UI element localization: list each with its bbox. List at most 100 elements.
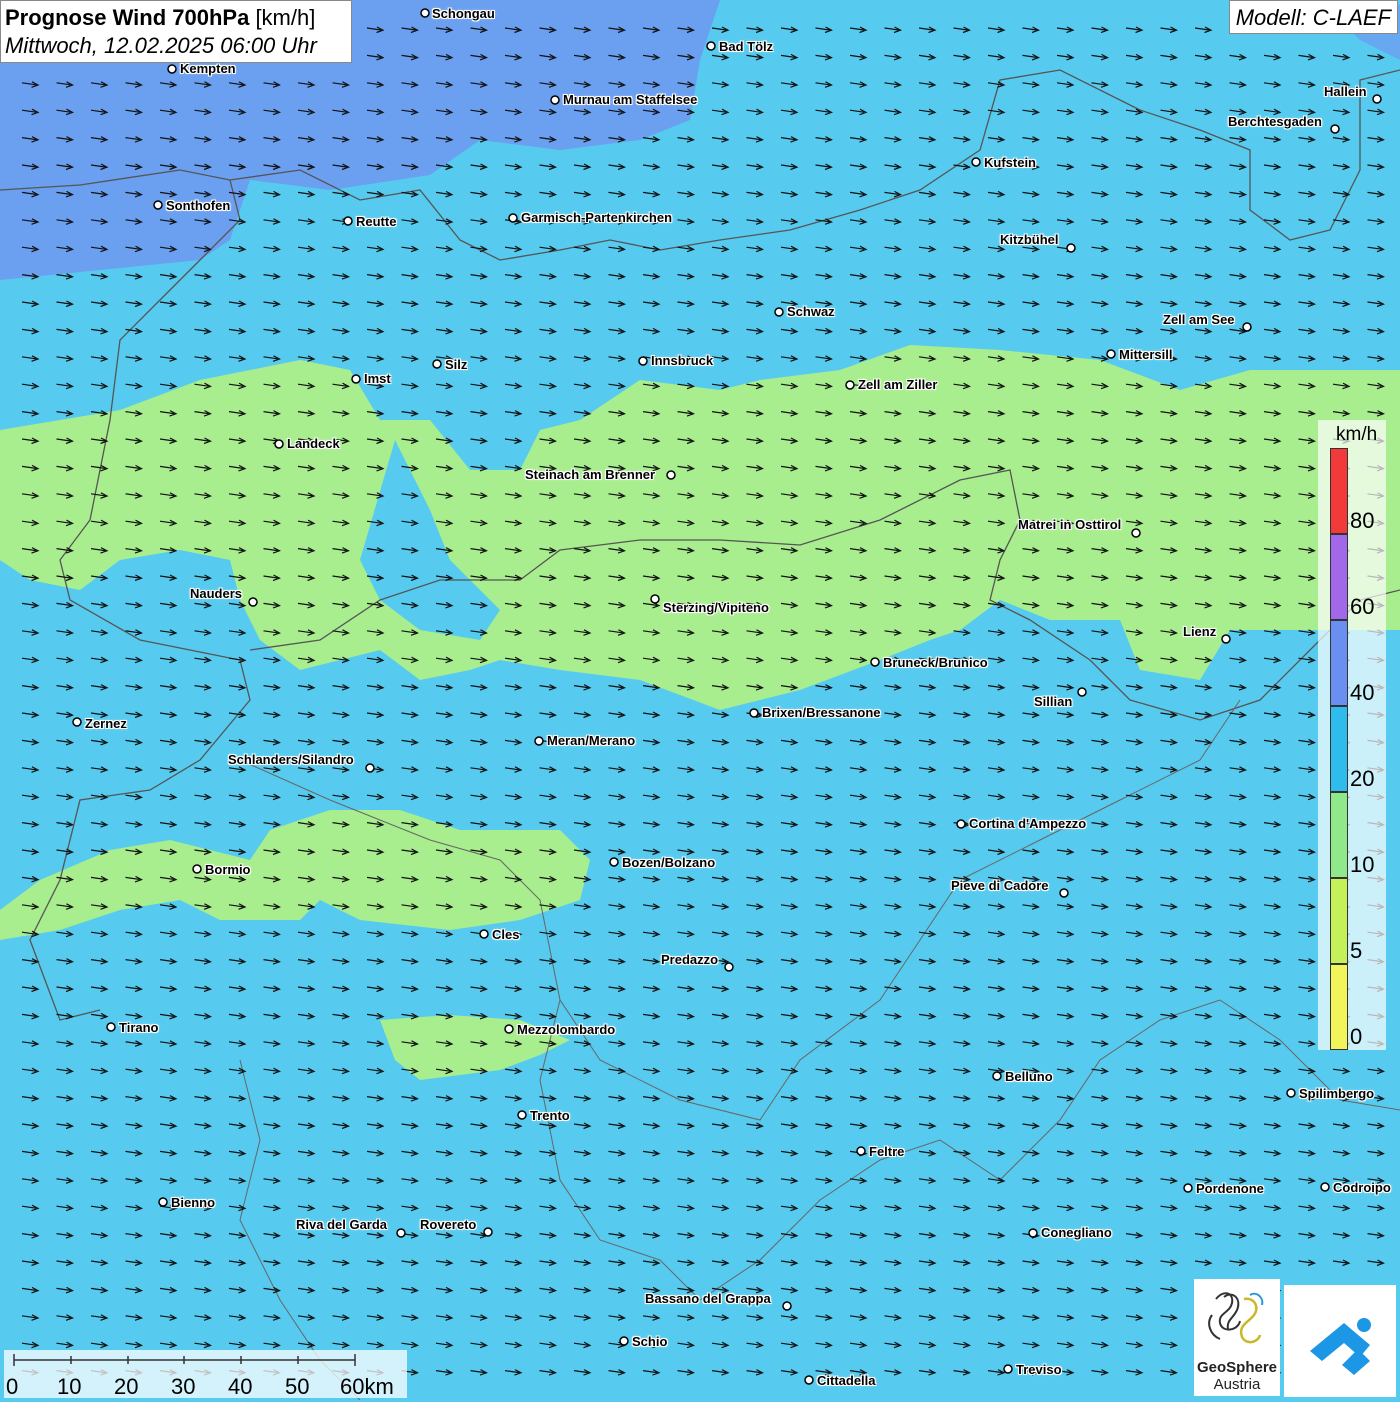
- legend-color-segment: [1330, 964, 1348, 1050]
- city-label: Bassano del Grappa: [645, 1291, 771, 1306]
- legend-tick-label: 0: [1350, 1024, 1363, 1049]
- city-label: Berchtesgaden: [1228, 114, 1322, 129]
- city-marker-hallein: [1372, 94, 1382, 104]
- city-label: Trento: [530, 1108, 570, 1123]
- legend-tick-label: 40: [1350, 680, 1375, 705]
- city-label: Zell am Ziller: [858, 377, 938, 392]
- city-marker-lienz: [1221, 634, 1231, 644]
- geosphere-logo: GeoSphere Austria: [1194, 1279, 1280, 1396]
- city-label: Pordenone: [1196, 1181, 1264, 1196]
- city-label: Bad Tölz: [719, 39, 774, 54]
- legend-color-segment: [1330, 534, 1348, 620]
- geosphere-country: Austria: [1213, 1376, 1261, 1393]
- city-label: Bienno: [171, 1195, 216, 1210]
- city-marker-reutte: [343, 216, 353, 226]
- city-marker-kufstein: [971, 157, 981, 167]
- city-marker-riva: [396, 1228, 406, 1238]
- city-label: Kitzbühel: [1000, 232, 1059, 247]
- city-marker-bienno: [158, 1197, 168, 1207]
- city-marker-kempten: [167, 64, 177, 74]
- city-label: Kufstein: [984, 155, 1036, 170]
- app-logo: [1284, 1285, 1396, 1397]
- city-marker-predazzo: [724, 962, 734, 972]
- city-marker-conegliano: [1028, 1228, 1038, 1238]
- city-label: Conegliano: [1041, 1225, 1112, 1240]
- scale-label: 50: [285, 1374, 310, 1399]
- city-marker-kitzbuehel: [1066, 243, 1076, 253]
- city-label: Reutte: [356, 214, 397, 229]
- city-label: Sterzing/Vipiteno: [663, 600, 769, 615]
- city-marker-bassano: [782, 1301, 792, 1311]
- city-marker-schio: [619, 1336, 629, 1346]
- city-label: Pieve di Cadore: [951, 878, 1049, 893]
- city-label: Belluno: [1005, 1069, 1053, 1084]
- city-label: Meran/Merano: [547, 733, 636, 748]
- scale-bar: 0 10 20 30 40 50 60km: [4, 1350, 407, 1399]
- city-label: Mezzolombardo: [517, 1022, 616, 1037]
- city-label: Matrei in Osttirol: [1018, 517, 1122, 532]
- city-label: Kempten: [180, 61, 236, 76]
- city-marker-belluno: [992, 1071, 1002, 1081]
- city-marker-zell-am-ziller: [845, 380, 855, 390]
- city-label: Nauders: [190, 586, 243, 601]
- city-marker-silz: [432, 359, 442, 369]
- city-marker-feltre: [856, 1146, 866, 1156]
- city-label: Hallein: [1324, 84, 1367, 99]
- city-label: Schio: [632, 1334, 668, 1349]
- city-marker-matrei: [1131, 528, 1141, 538]
- map-title-main: Prognose Wind 700hPa: [5, 5, 250, 30]
- legend-color-segment: [1330, 706, 1348, 792]
- city-marker-trento: [517, 1110, 527, 1120]
- city-marker-bormio: [192, 864, 202, 874]
- city-label: Cles: [492, 927, 520, 942]
- model-label: Modell: C-LAEF: [1228, 0, 1398, 34]
- city-marker-tirano: [106, 1022, 116, 1032]
- scale-label: 60km: [340, 1374, 394, 1399]
- city-label: Steinach am Brenner: [525, 467, 656, 482]
- legend-color-segment: [1330, 620, 1348, 706]
- city-label: Schwaz: [787, 304, 835, 319]
- legend-tick-label: 60: [1350, 594, 1375, 619]
- city-label: Codroipo: [1333, 1180, 1391, 1195]
- city-label: Imst: [364, 371, 391, 386]
- city-marker-schlanders: [365, 763, 375, 773]
- city-marker-cles: [479, 929, 489, 939]
- city-marker-pieve: [1059, 888, 1069, 898]
- city-marker-innsbruck: [638, 356, 648, 366]
- city-marker-spilimbergo: [1286, 1088, 1296, 1098]
- scale-label: 0: [6, 1374, 19, 1399]
- city-marker-pordenone: [1183, 1183, 1193, 1193]
- city-marker-schongau: [420, 8, 430, 18]
- city-marker-zell-am-see: [1242, 322, 1252, 332]
- map-title-unit: [km/h]: [255, 5, 316, 30]
- city-marker-mittersill: [1106, 349, 1116, 359]
- city-label: Riva del Garda: [296, 1217, 388, 1232]
- city-marker-sterzing: [650, 594, 660, 604]
- city-marker-cittadella: [804, 1375, 814, 1385]
- city-label: Predazzo: [661, 952, 719, 967]
- city-marker-codroipo: [1320, 1182, 1330, 1192]
- city-marker-bozen: [609, 857, 619, 867]
- legend-tick-label: 80: [1350, 508, 1375, 533]
- city-label: Bormio: [205, 862, 251, 877]
- city-marker-imst: [351, 374, 361, 384]
- legend-tick-label: 5: [1350, 938, 1363, 963]
- city-marker-sonthofen: [153, 200, 163, 210]
- city-label: Schlanders/Silandro: [228, 752, 354, 767]
- city-label: Garmisch-Partenkirchen: [521, 210, 673, 225]
- city-marker-brixen: [749, 708, 759, 718]
- scale-label: 20: [114, 1374, 139, 1399]
- warn-app-icon: [1310, 1318, 1371, 1375]
- scale-label: 10: [57, 1374, 82, 1399]
- city-label: Landeck: [287, 436, 340, 451]
- legend-color-segment: [1330, 792, 1348, 878]
- legend-color-segment: [1330, 878, 1348, 964]
- city-label: Zell am See: [1163, 312, 1235, 327]
- city-marker-schwaz: [774, 307, 784, 317]
- city-marker-bad-toelz: [706, 41, 716, 51]
- title-box: Prognose Wind 700hPa [km/h] Mittwoch, 12…: [0, 0, 352, 63]
- legend-tick-label: 10: [1350, 852, 1375, 877]
- city-marker-sillian: [1077, 687, 1087, 697]
- scale-label: 30: [171, 1374, 196, 1399]
- city-label: Mittersill: [1119, 347, 1173, 362]
